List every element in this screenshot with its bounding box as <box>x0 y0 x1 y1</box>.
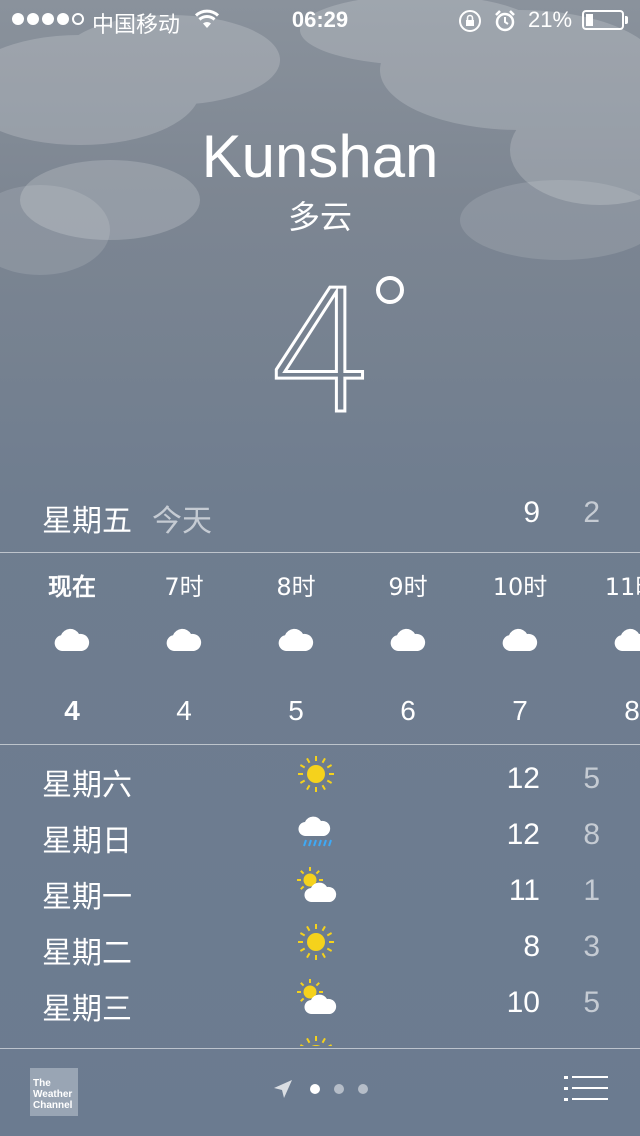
current-temperature: 4 <box>266 254 377 452</box>
rain-cloud-icon <box>296 810 336 855</box>
battery-nub <box>625 16 628 24</box>
partly-sunny-icon <box>296 866 342 911</box>
divider-middle <box>0 744 640 745</box>
hourly-item: 7时 4 <box>128 553 240 744</box>
hour-label: 9时 <box>388 573 428 601</box>
city-list-icon[interactable] <box>564 1074 610 1104</box>
today-low: 2 <box>583 496 600 529</box>
day-high: 10 <box>506 986 540 1019</box>
day-name: 星期二 <box>42 936 132 971</box>
cloud-icon <box>276 627 316 658</box>
hourly-item: 9时 6 <box>352 553 464 744</box>
day-low: 8 <box>583 818 600 851</box>
cloud-icon <box>612 627 640 658</box>
daily-row: 星期六 12 5 <box>0 746 640 803</box>
day-name: 星期日 <box>42 824 132 859</box>
hour-label: 11时 <box>604 573 640 601</box>
today-day: 星期五 <box>42 504 132 539</box>
sun-icon <box>296 754 336 799</box>
hour-temperature: 4 <box>64 695 80 726</box>
hour-label: 8时 <box>276 573 316 601</box>
degree-symbol-icon <box>376 276 404 304</box>
city-name: Kunshan <box>201 123 439 190</box>
battery-percent: 21% <box>528 7 573 32</box>
hour-temperature: 5 <box>288 695 304 726</box>
cloud-icon <box>52 627 92 658</box>
day-high: 8 <box>523 930 540 963</box>
hour-label: 现在 <box>48 573 96 601</box>
day-name: 星期六 <box>42 768 132 803</box>
day-high: 12 <box>506 762 540 795</box>
orientation-lock-icon <box>459 10 481 32</box>
status-bar: 中国移动 06:29 21% <box>0 0 640 40</box>
hour-label: 10时 <box>492 573 548 601</box>
battery-icon <box>582 10 624 30</box>
cloud-icon <box>500 627 540 658</box>
sun-icon <box>296 1034 336 1046</box>
weather-condition: 多云 <box>287 198 352 236</box>
day-low: 3 <box>583 930 600 963</box>
cloud-icon <box>164 627 204 658</box>
daily-row: 星期四 <box>0 1026 640 1046</box>
day-name: 星期三 <box>42 992 132 1027</box>
bottom-toolbar: The Weather Channel <box>0 1048 640 1136</box>
hour-temperature: 7 <box>512 695 528 726</box>
hourly-item: 8时 5 <box>240 553 352 744</box>
daily-row: 星期日 12 8 <box>0 802 640 859</box>
day-low: 1 <box>583 874 600 907</box>
hourly-forecast[interactable]: 现在 4 7时 4 8时 5 9时 6 10时 7 11时 8 <box>0 553 640 744</box>
page-dot[interactable] <box>358 1084 368 1094</box>
day-name: 星期一 <box>42 880 132 915</box>
daily-forecast[interactable]: 星期六125星期日128星期一111星期二83星期三105星期四 <box>0 746 640 1046</box>
hourly-item: 10时 7 <box>464 553 576 744</box>
daily-row: 星期一 11 1 <box>0 858 640 915</box>
location-arrow-icon <box>274 1080 292 1098</box>
daily-row: 星期二 8 3 <box>0 914 640 971</box>
sun-icon <box>296 922 336 967</box>
hourly-item: 11时 8 <box>576 553 640 744</box>
page-indicator[interactable] <box>310 1084 368 1094</box>
hour-temperature: 4 <box>176 695 192 726</box>
hour-temperature: 8 <box>624 695 640 726</box>
daily-row: 星期三 10 5 <box>0 970 640 1027</box>
today-label: 今天 <box>152 504 212 539</box>
today-high: 9 <box>523 496 540 529</box>
hour-temperature: 6 <box>400 695 416 726</box>
day-name: 星期四 <box>42 1040 132 1046</box>
day-low: 5 <box>583 762 600 795</box>
day-high: 11 <box>508 874 540 907</box>
hour-label: 7时 <box>164 573 204 601</box>
today-summary: 星期五 今天 9 2 <box>0 496 640 540</box>
day-high: 12 <box>506 818 540 851</box>
hourly-item: 现在 4 <box>16 553 128 744</box>
partly-sunny-icon <box>296 978 342 1023</box>
alarm-icon <box>495 10 515 32</box>
weather-channel-logo[interactable]: The Weather Channel <box>30 1068 78 1116</box>
page-dot[interactable] <box>310 1084 320 1094</box>
cloud-icon <box>388 627 428 658</box>
page-dot[interactable] <box>334 1084 344 1094</box>
day-low: 5 <box>583 986 600 1019</box>
